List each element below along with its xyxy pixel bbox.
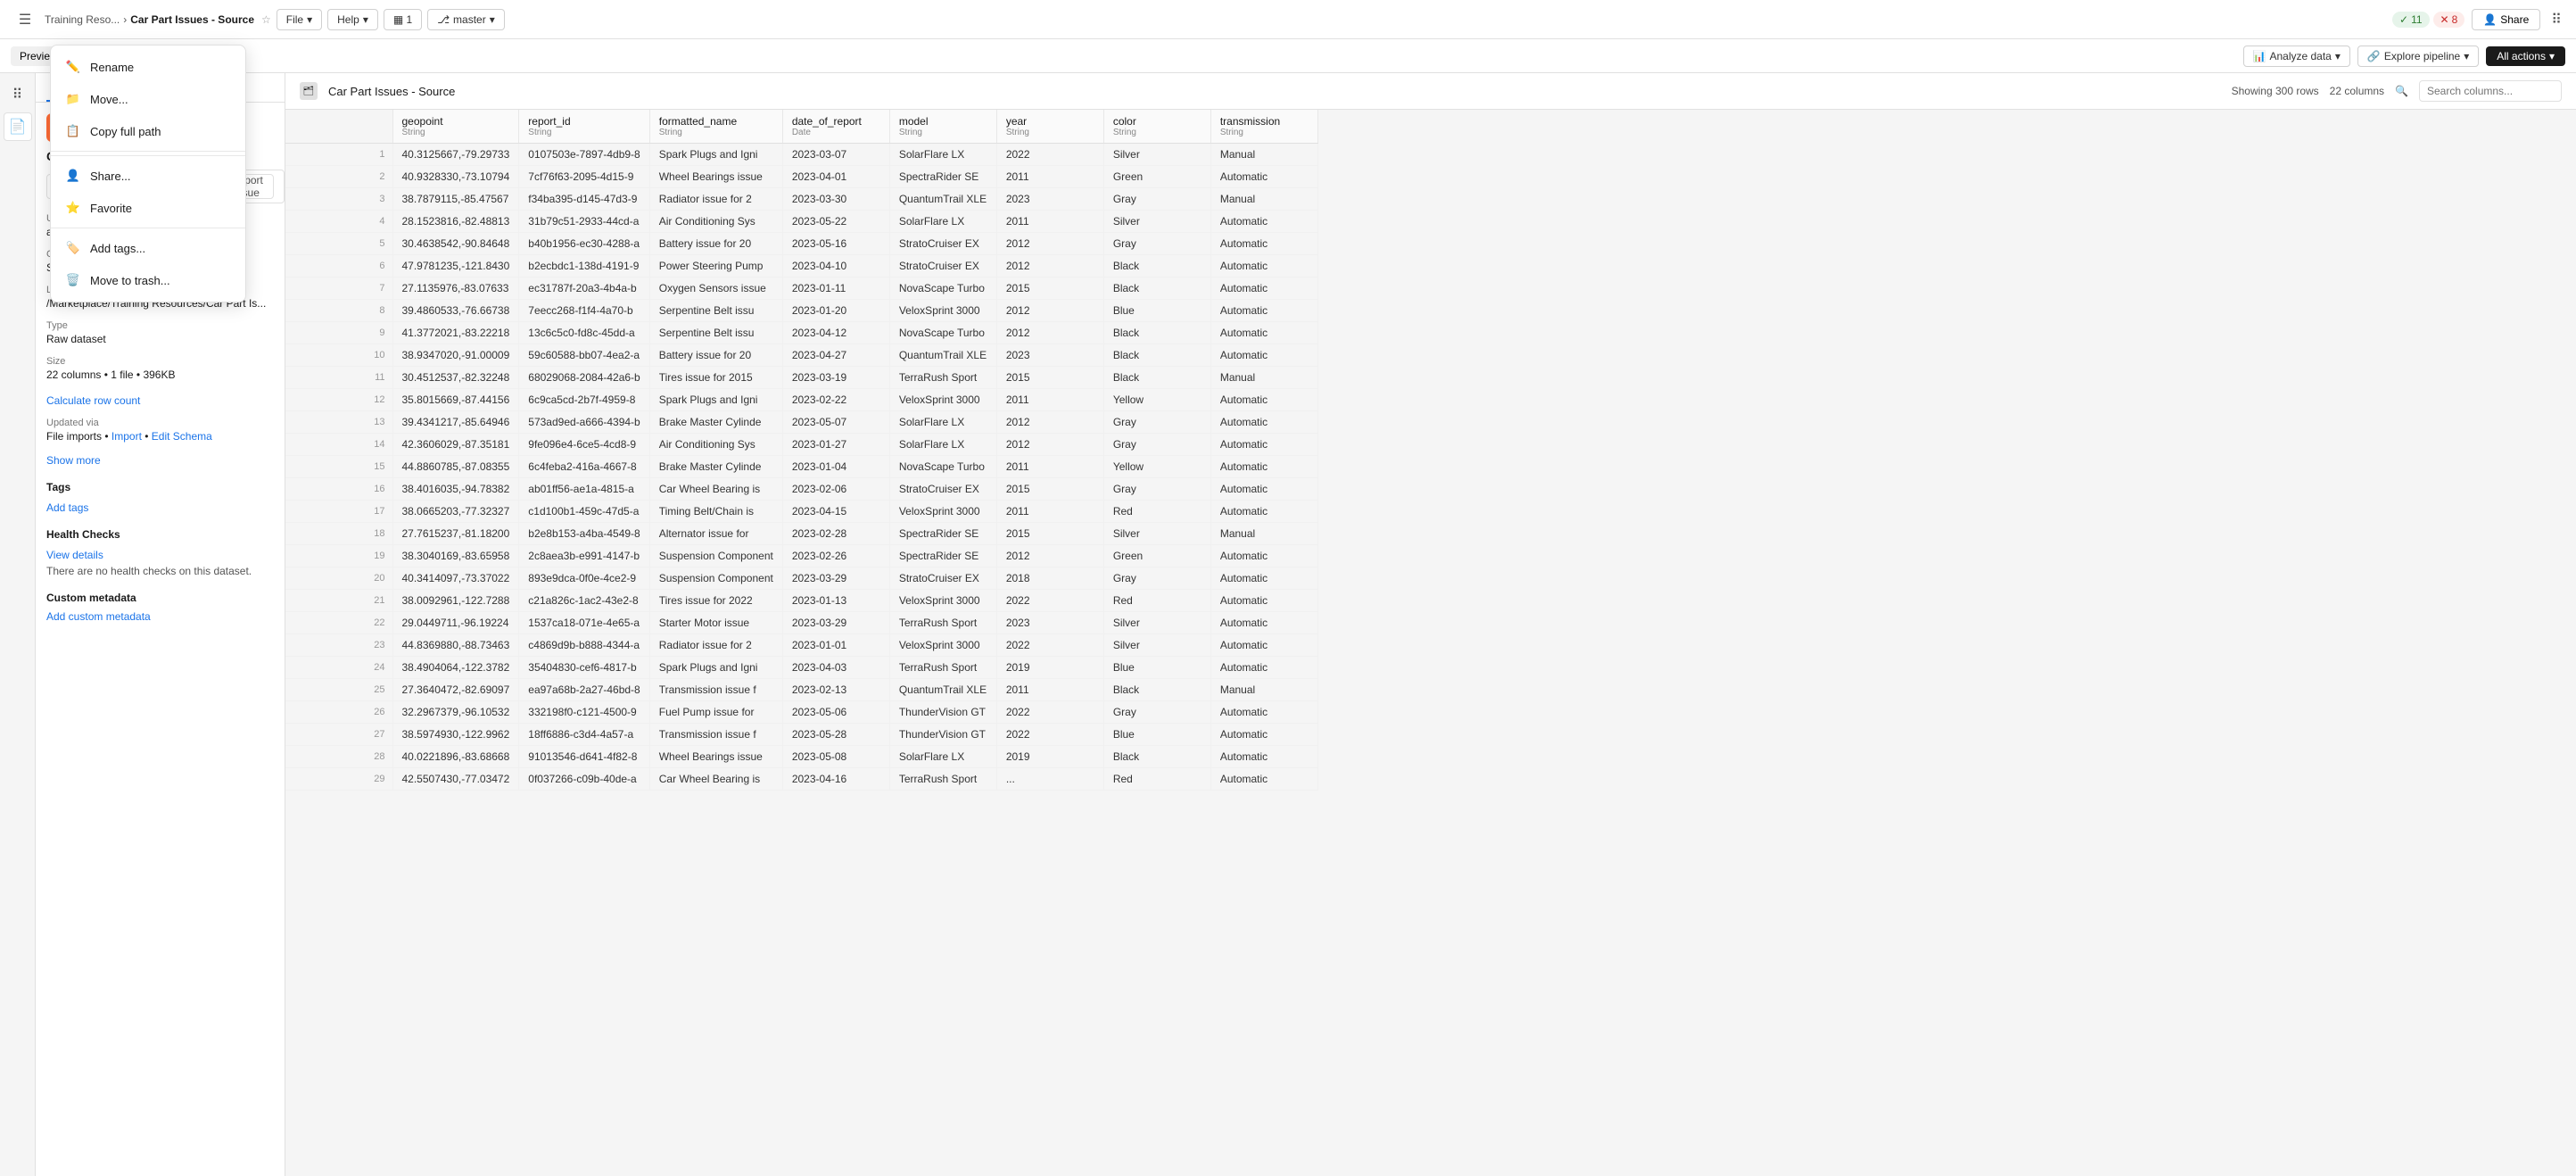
dropdown-item-move[interactable]: 📁 Move...	[51, 83, 245, 115]
dropdown-divider	[51, 155, 245, 156]
dropdown-item-share[interactable]: 👤 Share...	[51, 160, 245, 192]
add-tags-icon: 🏷️	[65, 240, 81, 256]
share-icon: 👤	[65, 168, 81, 184]
dropdown-item-add-tags[interactable]: 🏷️ Add tags...	[51, 232, 245, 264]
dropdown-item-label: Move to trash...	[90, 274, 170, 287]
dropdown-item-copy-path[interactable]: 📋 Copy full path	[51, 115, 245, 147]
dropdown-item-move-trash[interactable]: 🗑️ Move to trash...	[51, 264, 245, 296]
dropdown-divider	[51, 151, 245, 152]
dropdown-item-label: Move...	[90, 93, 128, 106]
dropdown-item-rename[interactable]: ✏️ Rename	[51, 51, 245, 83]
dropdown-item-label: Rename	[90, 61, 134, 74]
dropdown-item-label: Copy full path	[90, 125, 161, 138]
rename-icon: ✏️	[65, 59, 81, 75]
dropdown-item-label: Share...	[90, 170, 131, 183]
dropdown-item-label: Add tags...	[90, 242, 145, 255]
dropdown-overlay[interactable]	[0, 0, 2576, 1176]
move-trash-icon: 🗑️	[65, 272, 81, 288]
dropdown-menu: ✏️ Rename 📁 Move... 📋 Copy full path 👤 Share...…	[50, 45, 246, 302]
move-icon: 📁	[65, 91, 81, 107]
dropdown-item-label: Favorite	[90, 202, 132, 215]
dropdown-item-favorite[interactable]: ⭐ Favorite	[51, 192, 245, 224]
copy-path-icon: 📋	[65, 123, 81, 139]
favorite-icon: ⭐	[65, 200, 81, 216]
